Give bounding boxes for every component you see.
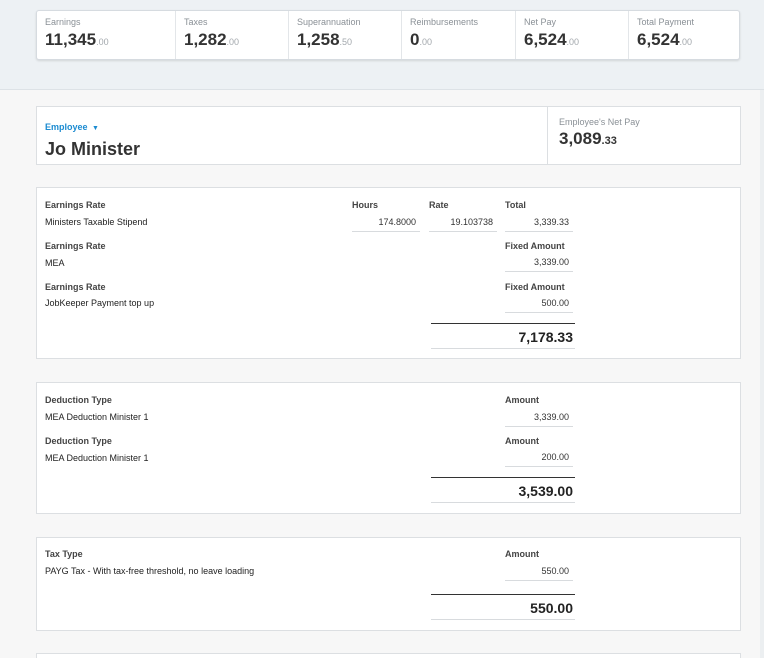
summary-cents: .00 [96,37,109,47]
line-total: 3,339.33 [505,214,573,232]
earnings-line-name: JobKeeper Payment top up [45,298,155,308]
employee-label[interactable]: Employee [45,122,88,132]
earnings-panel: Earnings Rate Ministers Taxable Stipend … [36,187,741,359]
amount-input[interactable]: 3,339.00 [505,409,573,427]
employee-name: Jo Minister [45,139,141,159]
summary-value: 0.00 [410,30,507,50]
summary-band: Earnings 11,345.00 Taxes 1,282.00 Supera… [0,0,764,90]
total-label: Total [505,200,526,210]
earnings-line-name: MEA [45,258,65,268]
deduction-line-name: MEA Deduction Minister 1 [45,453,149,463]
summary-value: 6,524.00 [637,30,731,50]
earnings-type-label: Earnings Rate [45,200,106,210]
employee-net-pay: Employee's Net Pay 3,089.33 [549,107,740,164]
caret-down-icon[interactable]: ▼ [92,125,99,132]
tax-line-name: PAYG Tax - With tax-free threshold, no l… [45,566,255,576]
summary-cents: .00 [679,37,693,47]
summary-net-pay: Net Pay 6,524.00 [515,11,628,59]
amount-input[interactable]: 550.00 [505,563,573,581]
summary-label: Superannuation [297,17,361,27]
employee-dropdown[interactable]: Employee ▼ [45,117,539,135]
employee-selector[interactable]: Employee ▼ Jo Minister [37,107,548,164]
summary-earnings: Earnings 11,345.00 [37,11,175,59]
summary-superannuation: Superannuation 1,258.50 [288,11,401,59]
deduction-type-label: Deduction Type [45,436,112,446]
summary-label: Earnings [45,17,81,27]
summary-total-payment: Total Payment 6,524.00 [628,11,739,59]
hours-input[interactable]: 174.8000 [352,214,420,232]
deductions-total: 3,539.00 [431,477,575,503]
amount-label: Amount [505,395,539,405]
summary-value: 11,345.00 [45,30,167,50]
net-pay-cents: .33 [601,135,617,147]
summary-value: 6,524.00 [524,30,620,50]
summary-label: Net Pay [524,17,557,27]
rate-label: Rate [429,200,449,210]
summary-label: Total Payment [637,17,695,27]
net-pay-whole: 3,089 [559,129,602,148]
summary-cents: .50 [339,37,353,47]
summary-cents: .00 [226,37,240,47]
employee-card: Employee ▼ Jo Minister Employee's Net Pa… [36,106,741,165]
earnings-line-name: Ministers Taxable Stipend [45,217,148,227]
summary-whole: 1,282 [184,30,227,49]
tax-total: 550.00 [431,594,575,620]
tax-type-label: Tax Type [45,549,83,559]
summary-value: 1,282.00 [184,30,280,50]
fixed-amount-label: Fixed Amount [505,282,565,292]
earnings-type-label: Earnings Rate [45,282,106,292]
deductions-panel: Deduction Type MEA Deduction Minister 1 … [36,382,741,514]
tax-panel: Tax Type PAYG Tax - With tax-free thresh… [36,537,741,631]
deduction-type-label: Deduction Type [45,395,112,405]
summary-label: Reimbursements [410,17,479,27]
payslip-editor: Employee ▼ Jo Minister Employee's Net Pa… [0,91,764,658]
amount-input[interactable]: 200.00 [505,449,573,467]
summary-label: Taxes [184,17,208,27]
summary-taxes: Taxes 1,282.00 [175,11,288,59]
fixed-amount-label: Fixed Amount [505,241,565,251]
summary-cents: .00 [419,37,432,47]
earnings-total: 7,178.33 [431,323,575,349]
amount-label: Amount [505,549,539,559]
summary-whole: 6,524 [637,30,680,49]
earnings-type-label: Earnings Rate [45,241,106,251]
amount-label: Amount [505,436,539,446]
scrollbar-track[interactable] [760,90,764,658]
fixed-amount-input[interactable]: 500.00 [505,295,573,313]
net-pay-label: Employee's Net Pay [559,117,640,127]
hours-label: Hours [352,200,379,210]
summary-whole: 11,345 [45,30,97,49]
summary-whole: 6,524 [524,30,567,49]
net-pay-value: 3,089.33 [559,129,730,149]
summary-reimbursements: Reimbursements 0.00 [401,11,515,59]
summary-cents: .00 [566,37,580,47]
deduction-line-name: MEA Deduction Minister 1 [45,412,149,422]
summary-whole: 1,258 [297,30,340,49]
pay-summary-bar: Earnings 11,345.00 Taxes 1,282.00 Supera… [36,10,740,60]
next-panel [36,653,741,658]
rate-input[interactable]: 19.103738 [429,214,497,232]
fixed-amount-input[interactable]: 3,339.00 [505,254,573,272]
summary-value: 1,258.50 [297,30,393,50]
